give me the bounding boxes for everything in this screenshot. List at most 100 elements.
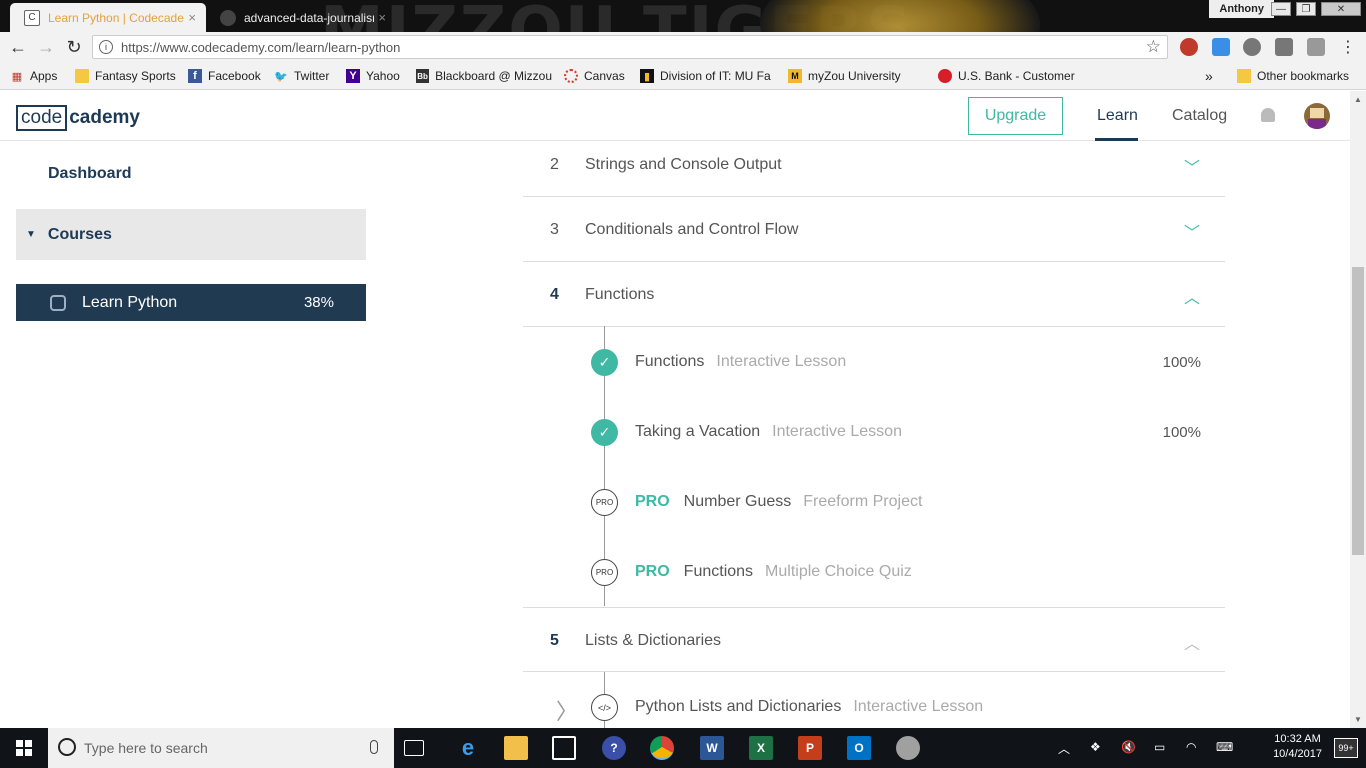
microphone-icon[interactable] bbox=[370, 740, 378, 754]
unit-row-lists-dictionaries[interactable]: 5 Lists & Dictionaries ︿ bbox=[523, 607, 1225, 672]
reload-icon[interactable]: ↻ bbox=[60, 33, 88, 61]
chrome-taskbar-icon[interactable] bbox=[650, 736, 674, 760]
lesson-item-taking-a-vacation[interactable]: ✓ Taking a Vacation Interactive Lesson 10… bbox=[591, 419, 1211, 447]
dropbox-icon[interactable]: ❖ bbox=[1090, 740, 1101, 754]
tab-learn-python[interactable]: C Learn Python | Codecademy × bbox=[10, 3, 206, 32]
store-icon[interactable] bbox=[552, 736, 576, 760]
outlook-icon[interactable]: O bbox=[847, 736, 871, 760]
lesson-progress: 100% bbox=[1162, 354, 1201, 371]
browser-tab-strip: MIZZOU TIGERS C Learn Python | Codecadem… bbox=[0, 0, 1366, 32]
k-extension-icon[interactable] bbox=[1307, 38, 1325, 56]
yahoo-icon: Y bbox=[346, 69, 360, 83]
scrollbar-thumb[interactable] bbox=[1352, 267, 1364, 555]
chevron-down-icon[interactable]: ﹀ bbox=[1184, 219, 1200, 243]
bookmark-star-icon[interactable]: ☆ bbox=[1146, 37, 1161, 57]
task-view-icon[interactable] bbox=[404, 740, 424, 756]
word-icon[interactable]: W bbox=[700, 736, 724, 760]
page-scrollbar[interactable]: ▲ ▼ bbox=[1350, 91, 1366, 728]
windows-logo-icon bbox=[16, 740, 32, 756]
chevron-down-icon[interactable]: ﹀ bbox=[1184, 154, 1200, 178]
site-info-icon[interactable]: i bbox=[99, 40, 113, 54]
chrome-menu-icon[interactable]: ⋮ bbox=[1334, 33, 1362, 61]
restore-icon[interactable]: ❐ bbox=[1296, 2, 1316, 16]
scroll-up-arrow-icon[interactable]: ▲ bbox=[1354, 95, 1362, 104]
action-center-icon[interactable]: 99+ bbox=[1334, 738, 1358, 758]
tab-advanced-data-journalism[interactable]: advanced-data-journalism × bbox=[206, 3, 396, 32]
bookmark-fantasy-sports[interactable]: Fantasy Sports bbox=[75, 68, 176, 84]
codecademy-favicon-icon: C bbox=[24, 9, 40, 26]
lesson-item-number-guess[interactable]: PRO PRO Number Guess Freeform Project bbox=[591, 489, 1211, 517]
bookmarks-overflow-chevron[interactable]: » bbox=[1205, 68, 1213, 84]
blackboard-icon: Bb bbox=[416, 69, 430, 83]
address-bar[interactable]: i https://www.codecademy.com/learn/learn… bbox=[92, 35, 1168, 59]
powerpoint-icon[interactable]: P bbox=[798, 736, 822, 760]
battery-icon[interactable]: ▭ bbox=[1154, 740, 1165, 754]
close-window-icon[interactable]: ✕ bbox=[1321, 2, 1361, 16]
edge-icon[interactable]: e bbox=[456, 735, 480, 760]
codecademy-logo[interactable]: code cademy bbox=[16, 105, 140, 131]
windows-taskbar: Type here to search e ? W X P O ︿ ❖ 🔇 ▭ … bbox=[0, 728, 1366, 768]
browser-toolbar: ← → ↻ i https://www.codecademy.com/learn… bbox=[0, 32, 1366, 62]
wifi-icon[interactable]: ◠ bbox=[1186, 740, 1196, 754]
lesson-item-functions[interactable]: ✓ Functions Interactive Lesson 100% bbox=[591, 349, 1211, 377]
chevron-up-icon[interactable]: ︿ bbox=[1184, 630, 1200, 654]
sidebar-course-learn-python[interactable]: Learn Python 38% bbox=[16, 284, 366, 321]
bookmark-twitter[interactable]: 🐦 Twitter bbox=[274, 68, 329, 84]
taskbar-clock[interactable]: 10:32 AM 10/4/2017 bbox=[1273, 732, 1322, 762]
close-tab-icon[interactable]: × bbox=[378, 10, 386, 25]
nav-learn[interactable]: Learn bbox=[1097, 107, 1138, 125]
unit-row-strings[interactable]: 2 Strings and Console Output ﹀ bbox=[523, 132, 1225, 197]
bookmark-blackboard[interactable]: Bb Blackboard @ Mizzou bbox=[416, 68, 552, 84]
show-hidden-icons-chevron-icon[interactable]: ︿ bbox=[1058, 740, 1070, 757]
adblock-extension-icon[interactable] bbox=[1180, 38, 1198, 56]
keyboard-icon[interactable]: ⌨ bbox=[1216, 740, 1233, 754]
course-progress: 38% bbox=[303, 294, 334, 311]
nav-catalog[interactable]: Catalog bbox=[1172, 107, 1227, 125]
minimize-icon[interactable]: — bbox=[1271, 2, 1291, 16]
lesson-item-python-lists[interactable]: </> Python Lists and Dictionaries Interac… bbox=[591, 694, 1211, 722]
other-bookmarks[interactable]: Other bookmarks bbox=[1237, 68, 1349, 84]
help-icon[interactable]: ? bbox=[602, 736, 626, 760]
back-arrow-icon[interactable]: ← bbox=[4, 33, 32, 61]
chevron-up-icon[interactable]: ︿ bbox=[1184, 284, 1200, 308]
notifications-bell-icon[interactable] bbox=[1261, 108, 1275, 122]
start-button[interactable] bbox=[0, 728, 48, 768]
volume-muted-icon[interactable]: 🔇 bbox=[1121, 740, 1136, 754]
bookmark-apps[interactable]: ▦ Apps bbox=[10, 68, 58, 84]
lesson-item-functions-quiz[interactable]: PRO PRO Functions Multiple Choice Quiz bbox=[591, 559, 1211, 587]
upgrade-button[interactable]: Upgrade bbox=[968, 97, 1063, 135]
info-extension-icon[interactable] bbox=[1243, 38, 1261, 56]
paint-icon[interactable] bbox=[896, 736, 920, 760]
bookmark-division-it[interactable]: ▮ Division of IT: MU Fa bbox=[640, 68, 774, 84]
profile-user-button[interactable]: Anthony bbox=[1209, 0, 1274, 18]
bookmark-facebook[interactable]: f Facebook bbox=[188, 68, 261, 84]
bookmark-myzou[interactable]: MmyZou University bbox=[788, 68, 918, 84]
check-icon: ✓ bbox=[591, 349, 618, 376]
division-it-icon: ▮ bbox=[640, 69, 654, 83]
bookmark-yahoo[interactable]: Y Yahoo bbox=[346, 68, 400, 84]
drive-extension-icon[interactable] bbox=[1275, 38, 1293, 56]
folder-icon bbox=[75, 69, 89, 83]
unit-row-functions[interactable]: 4 Functions ︿ bbox=[523, 262, 1225, 327]
cortana-icon bbox=[58, 738, 76, 756]
excel-icon[interactable]: X bbox=[749, 736, 773, 760]
sidebar-dashboard-link[interactable]: Dashboard bbox=[48, 165, 132, 183]
cloud-extension-icon[interactable] bbox=[1212, 38, 1230, 56]
file-explorer-icon[interactable] bbox=[504, 736, 528, 760]
unit-row-conditionals[interactable]: 3 Conditionals and Control Flow ﹀ bbox=[523, 197, 1225, 262]
forward-arrow-icon[interactable]: → bbox=[32, 33, 60, 61]
bookmark-usbank[interactable]: U.S. Bank - Customer bbox=[938, 68, 1078, 84]
sidebar-courses-toggle[interactable]: ▼ Courses bbox=[16, 209, 366, 260]
user-avatar[interactable] bbox=[1304, 103, 1330, 129]
scroll-down-arrow-icon[interactable]: ▼ bbox=[1354, 715, 1362, 724]
facebook-icon: f bbox=[188, 69, 202, 83]
twitter-icon: 🐦 bbox=[274, 70, 288, 83]
tiger-logo-image bbox=[760, 0, 1040, 32]
bookmark-canvas[interactable]: Canvas bbox=[564, 68, 625, 84]
canvas-icon bbox=[564, 69, 578, 83]
python-icon bbox=[50, 294, 66, 311]
lesson-progress: 100% bbox=[1162, 424, 1201, 441]
url-text: https://www.codecademy.com/learn/learn-p… bbox=[121, 39, 401, 55]
taskbar-search-box[interactable]: Type here to search bbox=[48, 728, 394, 768]
close-tab-icon[interactable]: × bbox=[188, 10, 196, 25]
